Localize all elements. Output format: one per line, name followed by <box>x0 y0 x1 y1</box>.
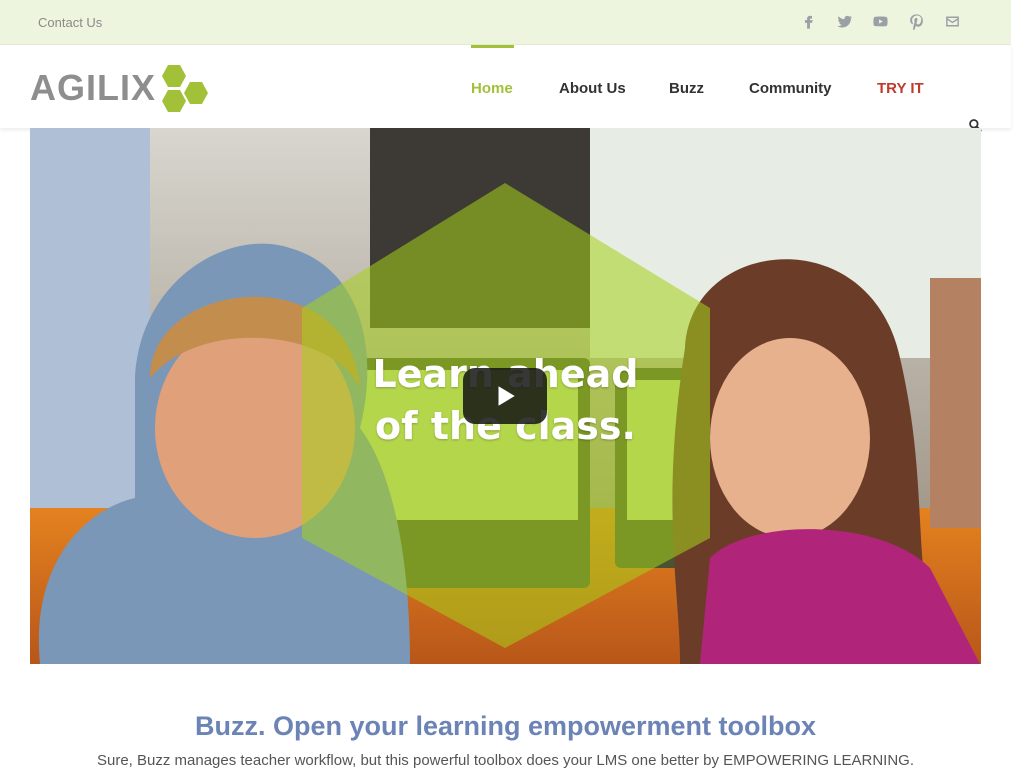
nav-buzz[interactable]: Buzz <box>669 80 704 97</box>
hero-video[interactable]: Learn ahead of the class. <box>30 128 981 664</box>
main-nav: Home About Us Buzz Community TRY IT <box>0 45 1011 132</box>
active-tab-indicator <box>471 45 514 48</box>
mail-icon[interactable] <box>943 12 961 30</box>
social-links <box>799 12 961 30</box>
site-header: AGILIX Home About Us Buzz Community TRY … <box>0 45 1011 132</box>
pinterest-icon[interactable] <box>907 12 925 30</box>
twitter-icon[interactable] <box>835 12 853 30</box>
section-heading: Buzz. Open your learning empowerment too… <box>194 711 817 741</box>
nav-try-it[interactable]: TRY IT <box>877 80 924 97</box>
youtube-icon[interactable] <box>871 12 889 30</box>
nav-home[interactable]: Home <box>471 80 513 97</box>
section-intro: Sure, Buzz manages teacher workflow, but… <box>96 752 915 769</box>
top-bar: Contact Us <box>0 0 1011 45</box>
nav-community[interactable]: Community <box>749 80 832 97</box>
play-icon <box>498 386 515 406</box>
play-button[interactable] <box>463 368 547 424</box>
contact-us-link[interactable]: Contact Us <box>38 15 102 30</box>
nav-about-us[interactable]: About Us <box>559 80 626 97</box>
facebook-icon[interactable] <box>799 12 817 30</box>
